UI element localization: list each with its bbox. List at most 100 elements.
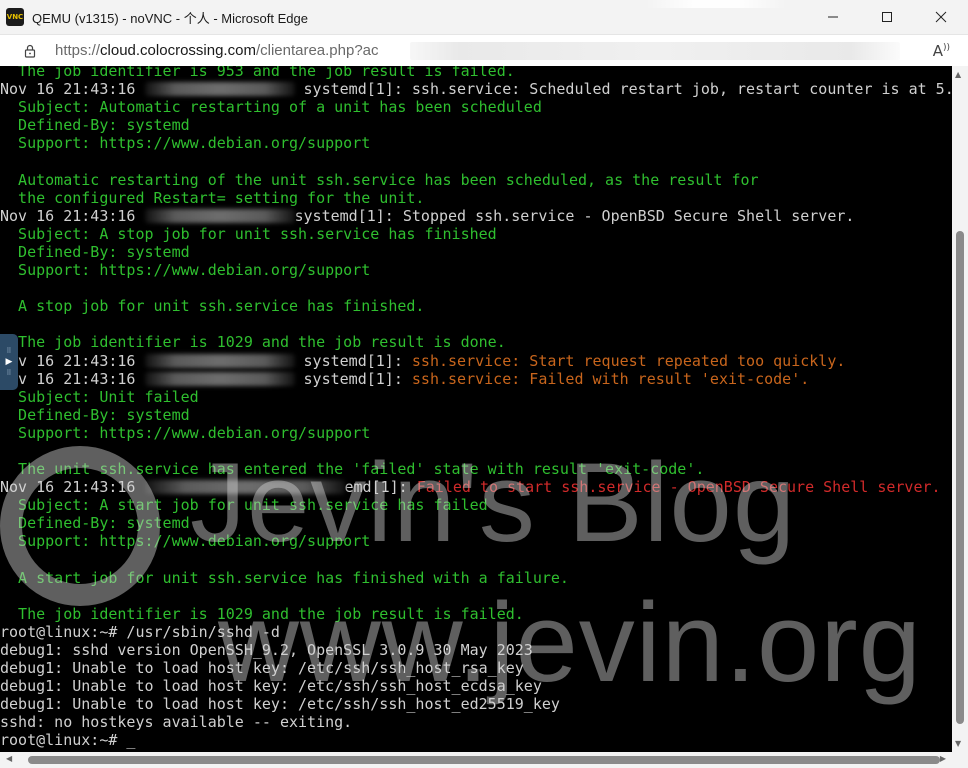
url-redaction xyxy=(410,42,900,60)
terminal-text: Nov 16 21:43:16 xyxy=(0,369,145,388)
redacted-hostname xyxy=(144,371,295,386)
vnc-app-icon: VNC xyxy=(6,8,24,26)
terminal-text: Support: https://www.debian.org/support xyxy=(0,423,371,442)
terminal-line: Defined-By: systemd xyxy=(0,514,952,532)
terminal-text: root@linux:~# /usr/sbin/sshd -d xyxy=(0,622,280,641)
terminal-text: Subject: Unit failed xyxy=(0,387,199,406)
drag-dots-icon: ⠿ xyxy=(6,347,12,355)
terminal-text: Support: https://www.debian.org/support xyxy=(0,532,371,551)
terminal-line: Nov 16 21:43:16 systemd[1]: ssh.service:… xyxy=(0,352,952,370)
read-aloud-icon[interactable]: A)) xyxy=(933,42,950,60)
terminal-text: the configured Restart= setting for the … xyxy=(0,188,425,207)
vnc-terminal-screen[interactable]: The job identifier is 953 and the job re… xyxy=(0,66,952,752)
drag-dots-icon: ⠿ xyxy=(6,369,12,377)
terminal-text: Nov 16 21:43:16 xyxy=(0,478,145,497)
redacted-hostname xyxy=(144,480,345,495)
terminal-line: debug1: Unable to load host key: /etc/ss… xyxy=(0,695,952,713)
terminal-line: A start job for unit ssh.service has fin… xyxy=(0,569,952,587)
vertical-scrollbar[interactable]: ▲ ▼ xyxy=(952,66,968,752)
scroll-down-icon[interactable]: ▼ xyxy=(955,739,961,748)
url-prefix: https:// xyxy=(55,42,101,59)
url-text[interactable]: https://cloud.colocrossing.com/clientare… xyxy=(55,42,379,59)
terminal-line: Defined-By: systemd xyxy=(0,406,952,424)
terminal-line: root@linux:~# /usr/sbin/sshd -d xyxy=(0,623,952,641)
maximize-button[interactable] xyxy=(860,0,914,34)
minimize-icon xyxy=(828,16,838,18)
terminal-text: systemd[1]: ssh.service: Scheduled resta… xyxy=(294,80,952,99)
terminal-line: The unit ssh.service has entered the 'fa… xyxy=(0,460,952,478)
url-host: cloud.colocrossing.com xyxy=(100,42,256,59)
terminal-text: debug1: sshd version OpenSSH_9.2, OpenSS… xyxy=(0,641,533,659)
terminal-text: Defined-By: systemd xyxy=(0,242,190,261)
terminal-text: The job identifier is 1029 and the job r… xyxy=(0,333,506,352)
terminal-text: root@linux:~# _ xyxy=(0,731,136,750)
url-path: /clientarea.php?ac xyxy=(255,42,379,59)
terminal-text: The job identifier is 953 and the job re… xyxy=(0,66,515,80)
terminal-line: Defined-By: systemd xyxy=(0,243,952,261)
terminal-text: Defined-By: systemd xyxy=(0,405,190,424)
terminal-line: The job identifier is 953 and the job re… xyxy=(0,66,952,80)
terminal-line: Nov 16 21:43:16 systemd[1]: ssh.service:… xyxy=(0,370,952,388)
terminal-text: Support: https://www.debian.org/support xyxy=(0,134,371,153)
terminal-text: Defined-By: systemd xyxy=(0,514,190,533)
terminal-text: ssh.service: Start request repeated too … xyxy=(411,351,846,370)
window-titlebar: VNC QEMU (v1315) - noVNC - 个人 - Microsof… xyxy=(0,0,968,34)
terminal-text: debug1: Unable to load host key: /etc/ss… xyxy=(0,677,542,696)
terminal-line: sshd: no hostkeys available -- exiting. xyxy=(0,713,952,731)
terminal-line: Subject: A stop job for unit ssh.service… xyxy=(0,225,952,243)
terminal-text: Nov 16 21:43:16 xyxy=(0,351,145,370)
lock-icon[interactable] xyxy=(22,43,38,59)
window-controls xyxy=(806,0,968,34)
terminal-line: Support: https://www.debian.org/support xyxy=(0,261,952,279)
horizontal-scroll-thumb[interactable] xyxy=(28,756,940,764)
terminal-text: systemd[1]: xyxy=(294,369,412,388)
terminal-text: Defined-By: systemd xyxy=(0,116,190,135)
terminal-text: systemd[1]: xyxy=(294,351,412,370)
terminal-line: Nov 16 21:43:16 emd[1]: Failed to start … xyxy=(0,478,952,496)
terminal-line: The job identifier is 1029 and the job r… xyxy=(0,333,952,351)
scroll-right-icon[interactable]: ▶ xyxy=(940,754,946,763)
horizontal-scrollbar[interactable]: ◀ ▶ xyxy=(0,752,968,768)
terminal-text: A stop job for unit ssh.service has fini… xyxy=(0,297,425,316)
terminal-line: root@linux:~# _ xyxy=(0,731,952,749)
terminal-text: systemd[1]: Stopped ssh.service - OpenBS… xyxy=(294,206,855,225)
terminal-text: sshd: no hostkeys available -- exiting. xyxy=(0,713,353,732)
scroll-up-icon[interactable]: ▲ xyxy=(955,70,961,79)
vertical-scroll-thumb[interactable] xyxy=(956,231,964,724)
terminal-text: emd[1]: xyxy=(344,478,417,497)
terminal-line: debug1: sshd version OpenSSH_9.2, OpenSS… xyxy=(0,641,952,659)
terminal-line: Subject: Automatic restarting of a unit … xyxy=(0,98,952,116)
terminal-text: Subject: Automatic restarting of a unit … xyxy=(0,98,542,117)
terminal-line: Subject: A start job for unit ssh.servic… xyxy=(0,496,952,514)
terminal-line: the configured Restart= setting for the … xyxy=(0,189,952,207)
terminal-text: Failed to start ssh.service - OpenBSD Se… xyxy=(416,478,941,497)
terminal-line: Support: https://www.debian.org/support xyxy=(0,134,952,152)
terminal-line: A stop job for unit ssh.service has fini… xyxy=(0,297,952,315)
redacted-hostname xyxy=(144,82,295,97)
minimize-button[interactable] xyxy=(806,0,860,34)
close-button[interactable] xyxy=(914,0,968,34)
terminal-output: The job identifier is 953 and the job re… xyxy=(0,66,952,750)
title-redaction xyxy=(646,0,786,8)
terminal-line: debug1: Unable to load host key: /etc/ss… xyxy=(0,677,952,695)
terminal-line: Subject: Unit failed xyxy=(0,388,952,406)
terminal-text: debug1: Unable to load host key: /etc/ss… xyxy=(0,695,560,714)
novnc-control-handle[interactable]: ⠿ ▶ ⠿ xyxy=(0,334,18,390)
close-icon xyxy=(935,11,947,23)
terminal-line: Support: https://www.debian.org/support xyxy=(0,424,952,442)
terminal-line: Defined-By: systemd xyxy=(0,116,952,134)
terminal-text: Automatic restarting of the unit ssh.ser… xyxy=(0,170,759,189)
redacted-hostname xyxy=(144,353,295,368)
terminal-text: The job identifier is 1029 and the job r… xyxy=(0,604,524,623)
address-bar[interactable]: https://cloud.colocrossing.com/clientare… xyxy=(0,34,968,66)
terminal-text: Subject: A stop job for unit ssh.service… xyxy=(0,224,497,243)
scroll-left-icon[interactable]: ◀ xyxy=(6,754,12,763)
terminal-line: The job identifier is 1029 and the job r… xyxy=(0,605,952,623)
terminal-line: Support: https://www.debian.org/support xyxy=(0,532,952,550)
terminal-text: A start job for unit ssh.service has fin… xyxy=(0,568,569,587)
